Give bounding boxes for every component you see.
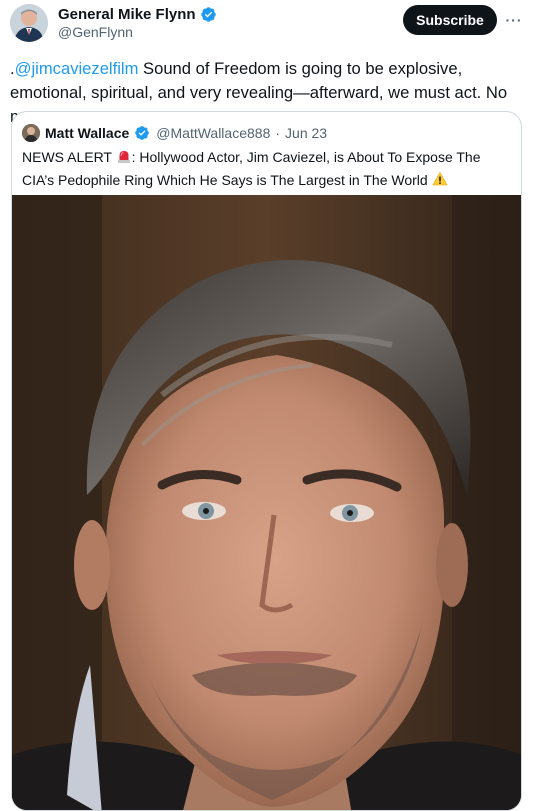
police-siren-icon <box>116 148 132 170</box>
more-options-icon[interactable]: ··· <box>502 10 526 30</box>
quoted-tweet-header: Matt Wallace @MattWallace888 · Jun 23 <box>22 123 327 143</box>
quoted-tweet-date[interactable]: Jun 23 <box>285 125 327 141</box>
quoted-tweet-text: NEWS ALERT : Hollywood Actor, Jim Caviez… <box>22 147 512 193</box>
verified-badge-icon <box>134 125 151 142</box>
quoted-author-handle[interactable]: @MattWallace888 <box>156 125 270 141</box>
quoted-tweet-image[interactable] <box>12 195 521 810</box>
quoted-author-name[interactable]: Matt Wallace <box>45 125 129 141</box>
author-name-row: General Mike Flynn <box>58 4 217 24</box>
separator-dot: · <box>275 125 281 141</box>
subscribe-button[interactable]: Subscribe <box>403 5 497 35</box>
mention-link[interactable]: @jimcaviezelfilm <box>15 59 139 78</box>
verified-badge-icon <box>200 6 217 23</box>
quoted-text-start: NEWS ALERT <box>22 149 116 165</box>
author-name[interactable]: General Mike Flynn <box>58 6 196 23</box>
tweet-header: General Mike Flynn @GenFlynn Subscribe ·… <box>0 0 540 56</box>
author-handle[interactable]: @GenFlynn <box>58 24 133 40</box>
quoted-tweet-card[interactable]: Matt Wallace @MattWallace888 · Jun 23 NE… <box>11 111 522 811</box>
author-avatar[interactable] <box>10 4 48 42</box>
quoted-author-avatar[interactable] <box>22 124 40 142</box>
warning-icon <box>432 171 448 193</box>
